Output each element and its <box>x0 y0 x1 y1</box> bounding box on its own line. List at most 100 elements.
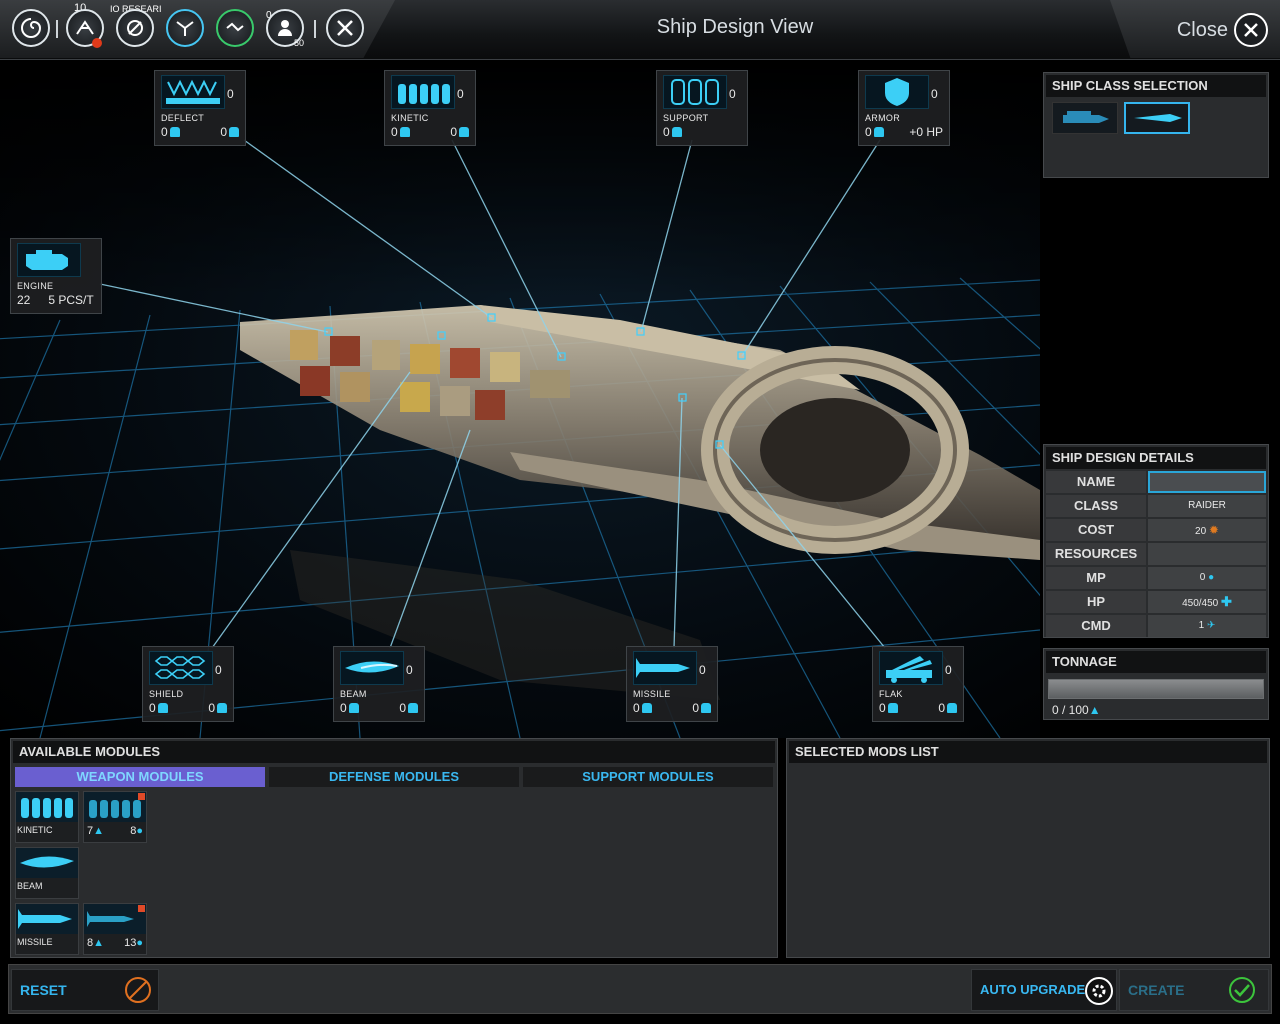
support-label: SUPPORT <box>663 113 709 123</box>
module-kinetic[interactable]: KINETIC <box>15 791 79 843</box>
shield-icon <box>149 651 213 685</box>
cmd-cell: 1 ✈ <box>1148 615 1266 637</box>
module-beam[interactable]: BEAM <box>15 847 79 899</box>
slot-missile[interactable]: 0 MISSILE 0 0 <box>626 646 718 722</box>
detail-row-hp: HP 450/450 ✚ <box>1046 591 1266 613</box>
missile-count: 0 <box>699 663 706 677</box>
shield-value-b: 0 <box>208 701 215 715</box>
engine-icon <box>17 243 81 277</box>
kinetic-label: KINETIC <box>391 113 429 123</box>
shield-label: SHIELD <box>149 689 184 699</box>
toolbar-separator <box>314 20 316 38</box>
resources-value <box>1148 543 1266 565</box>
weight-icon <box>671 127 682 137</box>
missile-upgrade-icon <box>84 904 146 934</box>
weight-icon <box>157 703 168 713</box>
beam-value-a: 0 <box>340 701 347 715</box>
beam-icon <box>16 848 78 878</box>
power-icon <box>459 127 469 137</box>
engine-label: ENGINE <box>17 281 54 291</box>
weight-icon: ▲ <box>1088 703 1101 717</box>
kinetic-value-b: 0 <box>450 125 457 139</box>
shipyard-icon[interactable] <box>166 9 204 47</box>
ship-class-panel: SHIP CLASS SELECTION <box>1043 72 1269 178</box>
create-label: CREATE <box>1128 982 1185 998</box>
production-gear-icon: ✹ <box>1208 523 1219 537</box>
auto-upgrade-button[interactable]: AUTO UPGRADE <box>971 969 1117 1011</box>
deflect-value-a: 0 <box>161 125 168 139</box>
ship-design-details-panel: SHIP DESIGN DETAILS NAME CLASS RAIDER CO… <box>1043 444 1269 638</box>
class-option-1[interactable] <box>1052 102 1118 134</box>
name-label: NAME <box>1046 471 1146 493</box>
power-icon <box>947 703 957 713</box>
support-icon <box>663 75 727 109</box>
class-value: RAIDER <box>1148 495 1266 517</box>
module-missile[interactable]: MISSILE <box>15 903 79 955</box>
upgrade-flag-icon <box>138 793 145 800</box>
auto-upgrade-label: AUTO UPGRADE <box>980 982 1086 997</box>
detail-row-resources: RESOURCES <box>1046 543 1266 565</box>
slot-flak[interactable]: 0 FLAK 0 0 <box>872 646 964 722</box>
armor-label: ARMOR <box>865 113 900 123</box>
checkmark-icon <box>1229 977 1255 1003</box>
ship-name-input[interactable] <box>1148 471 1266 493</box>
reset-icon <box>125 977 151 1003</box>
command-icon: ✈ <box>1206 620 1216 631</box>
ship-class-title: SHIP CLASS SELECTION <box>1046 75 1266 97</box>
shield-value-a: 0 <box>149 701 156 715</box>
ship-3d-view[interactable]: 0 DEFLECT 0 0 0 KINETIC 0 0 0 SUPPORT 0 0 … <box>0 60 1040 738</box>
slot-deflect[interactable]: 0 DEFLECT 0 0 <box>154 70 246 146</box>
tonnage-bar <box>1048 679 1264 699</box>
tonnage-title: TONNAGE <box>1046 651 1266 673</box>
slot-beam[interactable]: 0 BEAM 0 0 <box>333 646 425 722</box>
ship-class-icon <box>1063 111 1109 123</box>
hp-cell: 450/450 ✚ <box>1148 591 1266 613</box>
selected-mods-title: SELECTED MODS LIST <box>789 741 1267 763</box>
weight-icon <box>887 703 898 713</box>
slot-engine[interactable]: ENGINE 22 5 PCS/T <box>10 238 102 314</box>
class-option-2-selected[interactable] <box>1124 102 1190 134</box>
module-missile-upgrade[interactable]: 8▲ 13● <box>83 903 147 955</box>
cost-label: COST <box>1046 519 1146 541</box>
science-icon[interactable] <box>116 9 154 47</box>
engine-value-a: 22 <box>17 293 31 307</box>
module-tabs: WEAPON MODULES DEFENSE MODULES SUPPORT M… <box>15 767 773 787</box>
mp-value: 0 <box>1199 572 1206 583</box>
resources-label: RESOURCES <box>1046 543 1146 565</box>
slot-support[interactable]: 0 SUPPORT 0 <box>656 70 748 146</box>
action-bar: RESET AUTO UPGRADE CREATE <box>8 964 1272 1014</box>
beam-count: 0 <box>406 663 413 677</box>
tab-weapon-modules[interactable]: WEAPON MODULES <box>15 767 265 787</box>
slot-shield[interactable]: 0 SHIELD 0 0 <box>142 646 234 722</box>
deflect-count: 0 <box>227 87 234 101</box>
population-badge-b: 50 <box>294 38 305 48</box>
settings-icon[interactable] <box>326 9 364 47</box>
tab-support-modules[interactable]: SUPPORT MODULES <box>523 767 773 787</box>
reset-button[interactable]: RESET <box>11 969 159 1011</box>
upgrade-flag-icon <box>138 905 145 912</box>
slot-armor[interactable]: 0 ARMOR 0 +0 HP <box>858 70 950 146</box>
available-modules-panel: AVAILABLE MODULES WEAPON MODULES DEFENSE… <box>10 738 778 958</box>
close-button[interactable]: Close <box>1177 12 1268 48</box>
engine-value-b: 5 PCS/T <box>48 293 94 307</box>
cost-cell: 20 ✹ <box>1148 519 1266 541</box>
tab-defense-modules[interactable]: DEFENSE MODULES <box>269 767 519 787</box>
empire-icon[interactable] <box>12 9 50 47</box>
armor-count: 0 <box>931 87 938 101</box>
selected-mods-panel: SELECTED MODS LIST <box>786 738 1270 958</box>
missile-label: MISSILE <box>633 689 671 699</box>
diplomacy-icon[interactable] <box>216 9 254 47</box>
module-missile-label: MISSILE <box>17 937 53 947</box>
slot-kinetic[interactable]: 0 KINETIC 0 0 <box>384 70 476 146</box>
power-icon <box>701 703 711 713</box>
missile2-value-b: 13 <box>124 937 137 949</box>
detail-row-name: NAME <box>1046 471 1266 493</box>
beam-value-b: 0 <box>399 701 406 715</box>
missile-icon <box>633 651 697 685</box>
flak-icon <box>879 651 943 685</box>
module-kinetic-upgrade[interactable]: 7▲ 8● <box>83 791 147 843</box>
kinetic-value-a: 0 <box>391 125 398 139</box>
armor-value-b: +0 HP <box>909 125 943 139</box>
module-beam-label: BEAM <box>17 881 43 891</box>
create-button[interactable]: CREATE <box>1119 969 1269 1011</box>
